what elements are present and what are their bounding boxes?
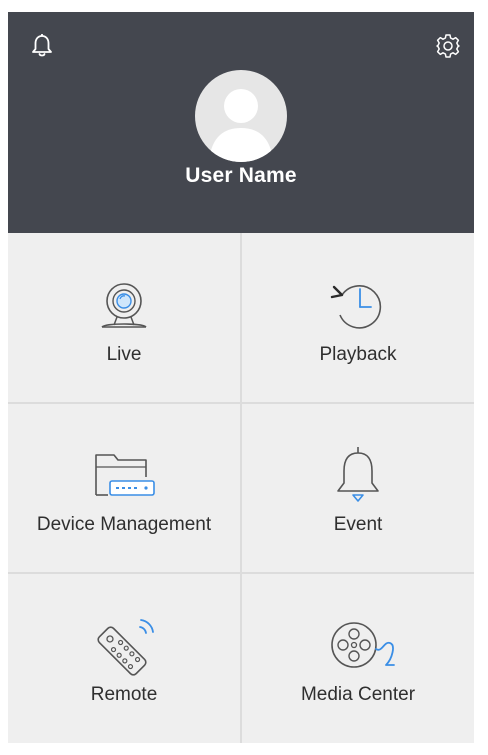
history-clock-icon [318,275,398,339]
menu-tile-remote[interactable]: Remote [8,573,240,743]
menu-tile-label: Playback [319,344,397,365]
menu-tile-label: Remote [90,684,158,705]
remote-control-icon [84,615,164,679]
menu-tile-media-center[interactable]: Media Center [242,573,474,743]
film-reel-icon [318,615,398,679]
webcam-icon [84,275,164,339]
menu-tile-label: Live [106,344,142,365]
menu-tile-label: Device Management [36,514,212,535]
folder-device-icon [84,445,164,509]
settings-gear-icon[interactable] [434,32,462,60]
grid-divider-horizontal [8,572,474,574]
menu-tile-label: Media Center [300,684,416,705]
menu-tile-live[interactable]: Live [8,233,240,403]
grid-divider-horizontal [8,402,474,404]
menu-tile-label: Event [333,514,383,535]
feature-menu-grid: Live Playback Device Management Event Re… [8,233,474,743]
menu-tile-playback[interactable]: Playback [242,233,474,403]
grid-divider-vertical [240,233,242,743]
app-home-screen: User Name Live Playback Device Managemen… [8,12,474,743]
user-name: User Name [185,164,297,187]
notification-bell-icon[interactable] [28,32,56,60]
bell-icon [318,445,398,509]
avatar[interactable] [195,70,287,162]
user-silhouette-icon [209,89,273,162]
menu-tile-device-management[interactable]: Device Management [8,403,240,573]
profile-header: User Name [8,12,474,233]
menu-tile-event[interactable]: Event [242,403,474,573]
